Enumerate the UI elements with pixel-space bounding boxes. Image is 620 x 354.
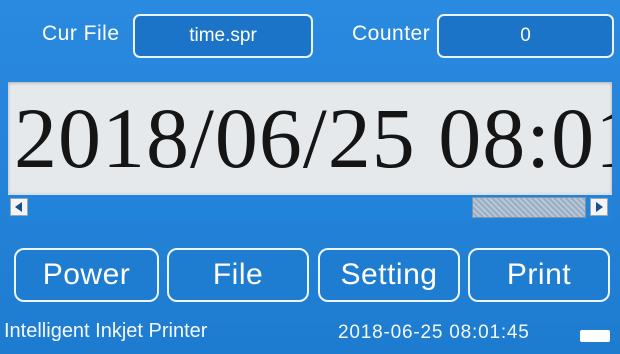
- print-preview[interactable]: 2018/06/25 08:01: [8, 82, 612, 194]
- scroll-thumb[interactable]: [472, 197, 586, 218]
- triangle-right-icon: [596, 202, 603, 212]
- status-datetime: 2018-06-25 08:01:45: [338, 322, 530, 343]
- setting-button[interactable]: Setting: [318, 248, 460, 302]
- power-button-label: Power: [42, 258, 131, 291]
- cur-file-field[interactable]: time.spr: [133, 14, 313, 58]
- file-button[interactable]: File: [167, 248, 309, 302]
- battery-icon: [580, 330, 610, 342]
- triangle-left-icon: [15, 202, 22, 212]
- cur-file-value: time.spr: [189, 25, 257, 46]
- power-button[interactable]: Power: [14, 248, 159, 302]
- printer-screen: Cur File time.spr Counter 0 2018/06/25 0…: [0, 0, 620, 354]
- file-button-label: File: [212, 258, 264, 291]
- setting-button-label: Setting: [340, 258, 438, 291]
- counter-value: 0: [520, 25, 531, 46]
- scroll-left-button[interactable]: [10, 198, 28, 216]
- scroll-right-button[interactable]: [590, 198, 608, 216]
- device-name: Intelligent Inkjet Printer: [4, 320, 208, 342]
- counter-label: Counter: [352, 22, 431, 45]
- horizontal-scrollbar[interactable]: [8, 194, 612, 220]
- print-button-label: Print: [506, 258, 572, 291]
- counter-field[interactable]: 0: [437, 14, 614, 58]
- preview-text: 2018/06/25 08:01: [14, 90, 612, 186]
- print-button[interactable]: Print: [468, 248, 610, 302]
- cur-file-label: Cur File: [42, 22, 120, 45]
